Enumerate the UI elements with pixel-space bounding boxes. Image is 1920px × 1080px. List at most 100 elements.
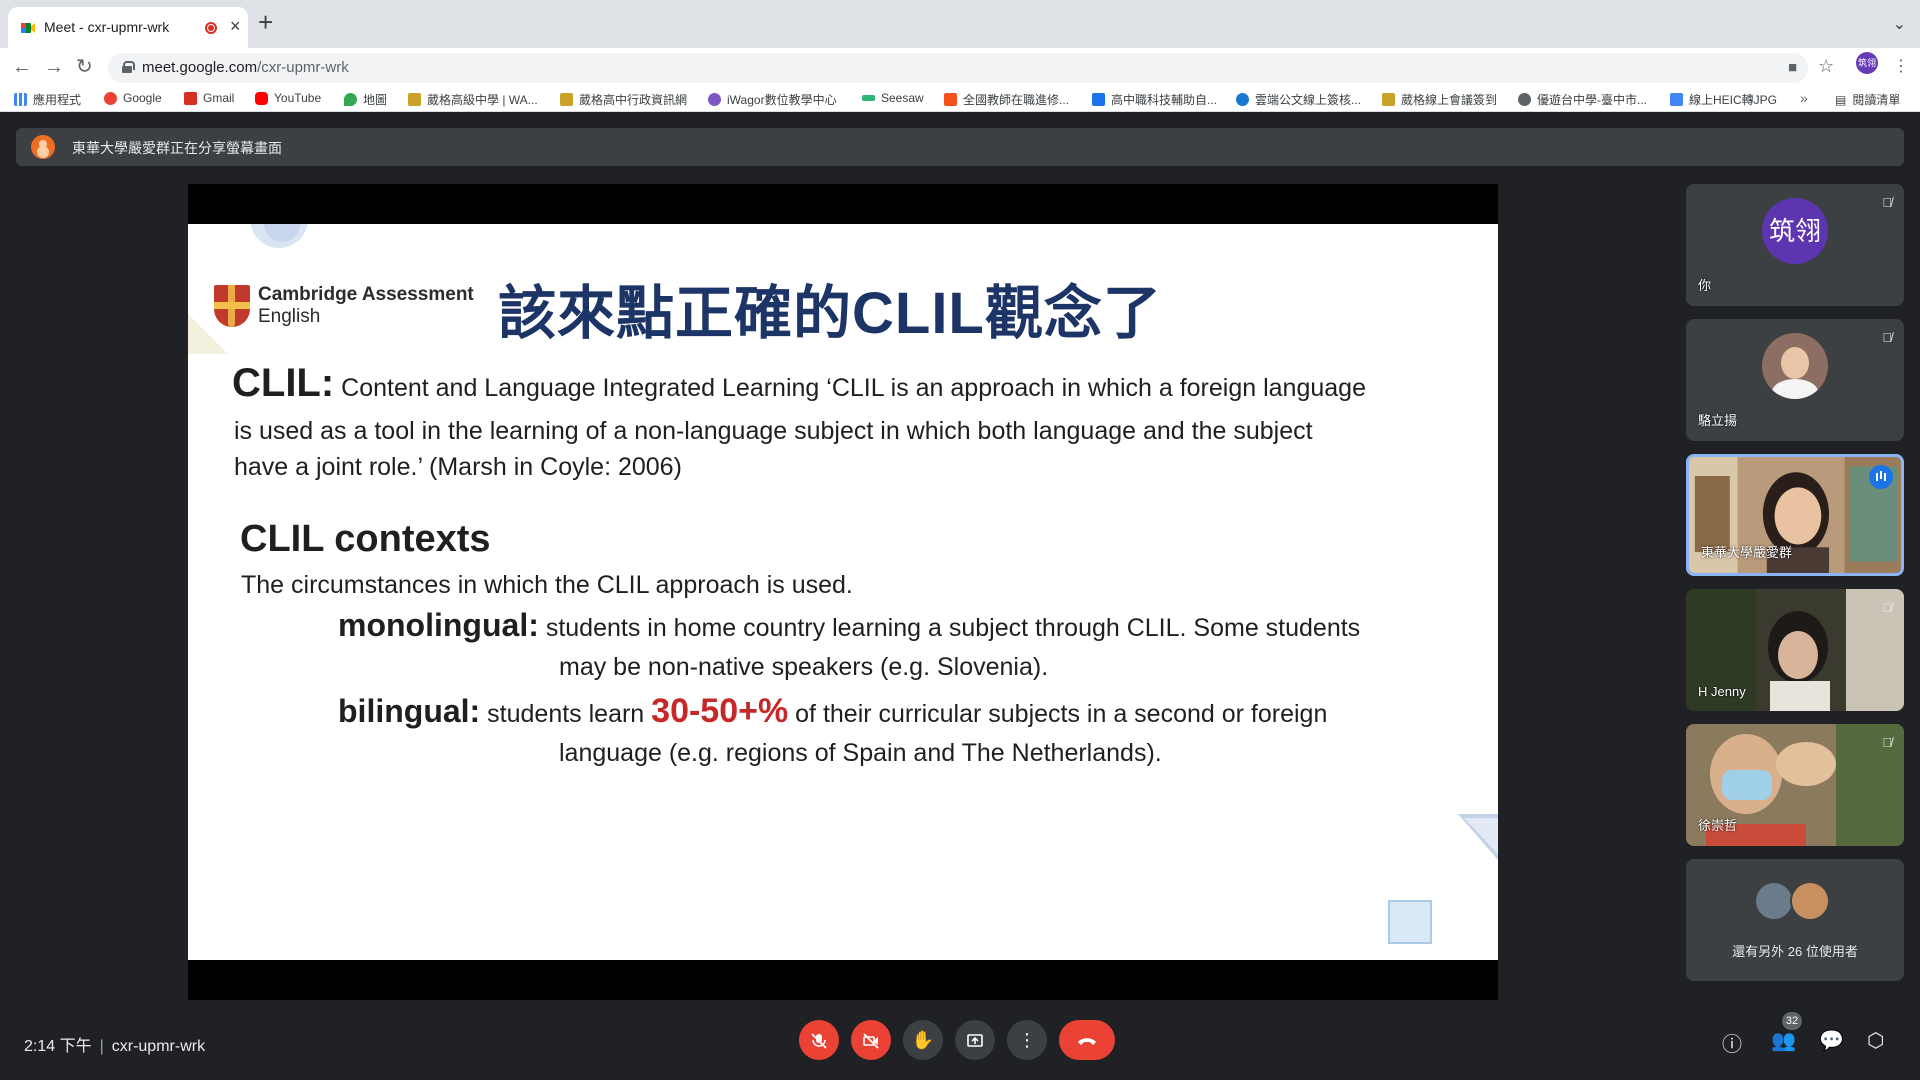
more-vert-icon: ⋮ xyxy=(1018,1030,1036,1050)
participant-name: H Jenny xyxy=(1698,684,1746,699)
clil-definition-line-3: have a joint role.’ (Marsh in Coyle: 200… xyxy=(234,453,682,481)
mic-off-icon: 🎙̸ xyxy=(1882,735,1892,750)
hang-up-icon xyxy=(1078,1038,1096,1046)
present-now-button[interactable] xyxy=(955,1020,995,1060)
slide-title: 該來點正確的CLIL觀念了 xyxy=(498,281,1162,346)
maps-pin-icon xyxy=(344,93,357,106)
participant-name: 駱立揚 xyxy=(1698,413,1738,428)
meeting-time: 2:14 下午 xyxy=(24,1038,92,1055)
bookmark-tech-assist[interactable]: 高中職科技輔助自... xyxy=(1092,91,1217,108)
bookmark-google[interactable]: Google xyxy=(104,91,162,105)
reload-icon[interactable]: ↻ xyxy=(76,57,93,77)
bookmark-teacher-training[interactable]: 全國教師在職進修... xyxy=(944,91,1069,108)
bilingual-line-2: language (e.g. regions of Spain and The … xyxy=(559,739,1162,767)
activities-icon[interactable]: ⬡ xyxy=(1867,1028,1884,1053)
bookmarks-bar: 應用程式 Google Gmail YouTube 地圖 葳格高級中學 | WA… xyxy=(0,88,1920,112)
browser-menu-icon[interactable]: ⋮ xyxy=(1893,56,1909,76)
presentation-stage[interactable]: Cambridge Assessment English 該來點正確的CLIL觀… xyxy=(188,184,1498,1000)
cambridge-wordmark: Cambridge Assessment English xyxy=(258,284,474,328)
hand-icon: ✋ xyxy=(911,1030,935,1050)
avatar xyxy=(1790,881,1830,921)
chat-icon[interactable]: 💬 xyxy=(1819,1028,1844,1053)
participant-name: 徐崇哲 xyxy=(1698,818,1738,833)
presenting-text: 東華大學嚴愛群正在分享螢幕畫面 xyxy=(72,140,282,156)
participant-name: 你 xyxy=(1698,278,1712,293)
monolingual-line-2: may be non-native speakers (e.g. Sloveni… xyxy=(559,653,1049,681)
other-participants-tile[interactable]: 還有另外 26 位使用者 xyxy=(1686,859,1904,981)
decorative-shape xyxy=(1458,814,1498,860)
bookmark-star-icon[interactable]: ☆ xyxy=(1818,56,1834,77)
bookmark-taichung[interactable]: 優遊台中學-臺中市... xyxy=(1518,91,1647,108)
bookmark-apps[interactable]: 應用程式 xyxy=(14,91,81,108)
avatar xyxy=(1762,333,1828,399)
bookmark-heic[interactable]: 線上HEIC轉JPG xyxy=(1670,91,1777,108)
mic-off-icon: 🎙̸ xyxy=(1882,600,1892,615)
tab-search-icon[interactable]: ⌄ xyxy=(1893,14,1906,34)
slide: Cambridge Assessment English 該來點正確的CLIL觀… xyxy=(188,224,1498,960)
participant-tile-self[interactable]: 筑翎 🎙̸ 你 xyxy=(1686,184,1904,306)
teacher-site-icon xyxy=(944,93,957,106)
document-icon xyxy=(1092,93,1105,106)
mic-off-icon xyxy=(811,1033,827,1049)
meeting-info-icon[interactable]: ⓘ xyxy=(1722,1028,1742,1057)
avatar xyxy=(1754,881,1794,921)
bookmark-youtube[interactable]: YouTube xyxy=(255,91,321,105)
forward-icon[interactable]: → xyxy=(44,57,64,77)
participant-tile-speaking[interactable]: 東華大學嚴愛群 xyxy=(1686,454,1904,576)
bookmark-vicwagor-wa[interactable]: 葳格高級中學 | WA... xyxy=(408,91,538,108)
bookmark-meeting-signin[interactable]: 葳格線上會議簽到 xyxy=(1382,91,1497,108)
apps-grid-icon xyxy=(14,93,27,106)
raise-hand-button[interactable]: ✋ xyxy=(903,1020,943,1060)
meet-favicon-icon xyxy=(21,23,35,33)
participant-tile[interactable]: 🎙̸ 駱立揚 xyxy=(1686,319,1904,441)
logo-line-1: Cambridge Assessment xyxy=(258,284,474,305)
camera-in-use-icon[interactable]: ■ xyxy=(1788,59,1797,76)
contexts-description: The circumstances in which the CLIL appr… xyxy=(241,571,853,599)
more-bookmarks-icon[interactable]: » xyxy=(1800,90,1808,106)
contexts-heading: CLIL contexts xyxy=(240,518,491,560)
google-icon xyxy=(104,91,117,105)
people-icon[interactable]: 👥 xyxy=(1771,1028,1796,1053)
school-logo-icon xyxy=(408,93,421,106)
lock-icon[interactable] xyxy=(122,61,135,73)
mic-toggle-button[interactable] xyxy=(799,1020,839,1060)
bookmark-seesaw[interactable]: Seesaw xyxy=(862,91,924,105)
address-bar[interactable]: meet.google.com/cxr-upmr-wrk ■ ☆ xyxy=(108,53,1834,83)
mic-off-icon: 🎙̸ xyxy=(1882,330,1892,345)
cloud-doc-icon xyxy=(1236,93,1249,106)
more-options-button[interactable]: ⋮ xyxy=(1007,1020,1047,1060)
present-screen-icon xyxy=(967,1034,983,1048)
seesaw-icon xyxy=(862,95,875,101)
cambridge-logo: Cambridge Assessment English xyxy=(214,284,474,328)
leave-call-button[interactable] xyxy=(1059,1020,1115,1060)
iwagor-icon xyxy=(708,93,721,106)
close-tab-icon[interactable]: × xyxy=(230,16,241,37)
meeting-code: cxr-upmr-wrk xyxy=(111,1038,206,1055)
bookmark-maps[interactable]: 地圖 xyxy=(344,91,387,108)
back-icon[interactable]: ← xyxy=(12,57,32,77)
camera-toggle-button[interactable] xyxy=(851,1020,891,1060)
avatar: 筑翎 xyxy=(1762,198,1828,264)
participant-tile[interactable]: 🎙̸ H Jenny xyxy=(1686,589,1904,711)
bookmark-gmail[interactable]: Gmail xyxy=(184,91,234,105)
cambridge-shield-icon xyxy=(214,285,250,327)
bookmark-cloud-docs[interactable]: 雲端公文線上簽核... xyxy=(1236,91,1361,108)
image-convert-icon xyxy=(1670,93,1683,106)
meeting-time-and-code: 2:14 下午 | cxr-upmr-wrk xyxy=(24,1038,206,1055)
school-logo-icon xyxy=(1382,93,1395,106)
new-tab-button[interactable]: + xyxy=(258,9,273,35)
gmail-icon xyxy=(184,91,197,105)
bookmark-iwagor[interactable]: iWagor數位教學中心 xyxy=(708,91,837,108)
profile-avatar[interactable]: 筑翎 xyxy=(1856,52,1878,74)
browser-tab[interactable]: Meet - cxr-upmr-wrk × xyxy=(8,7,248,48)
participant-name: 東華大學嚴愛群 xyxy=(1701,545,1793,560)
participant-tile[interactable]: 🎙̸ 徐崇哲 xyxy=(1686,724,1904,846)
reading-list[interactable]: ▤ 閱讀清單 xyxy=(1835,91,1900,108)
others-count-label: 還有另外 26 位使用者 xyxy=(1732,944,1858,959)
clil-definition-line-2: is used as a tool in the learning of a n… xyxy=(234,417,1313,445)
presenting-banner: 東華大學嚴愛群正在分享螢幕畫面 xyxy=(16,128,1904,166)
bookmark-vicwagor-admin[interactable]: 葳格高中行政資訊網 xyxy=(560,91,687,108)
camera-off-icon xyxy=(863,1033,879,1049)
bilingual-line-1: bilingual: students learn 30-50+% of the… xyxy=(338,692,1328,730)
tab-title: Meet - cxr-upmr-wrk xyxy=(44,19,170,35)
